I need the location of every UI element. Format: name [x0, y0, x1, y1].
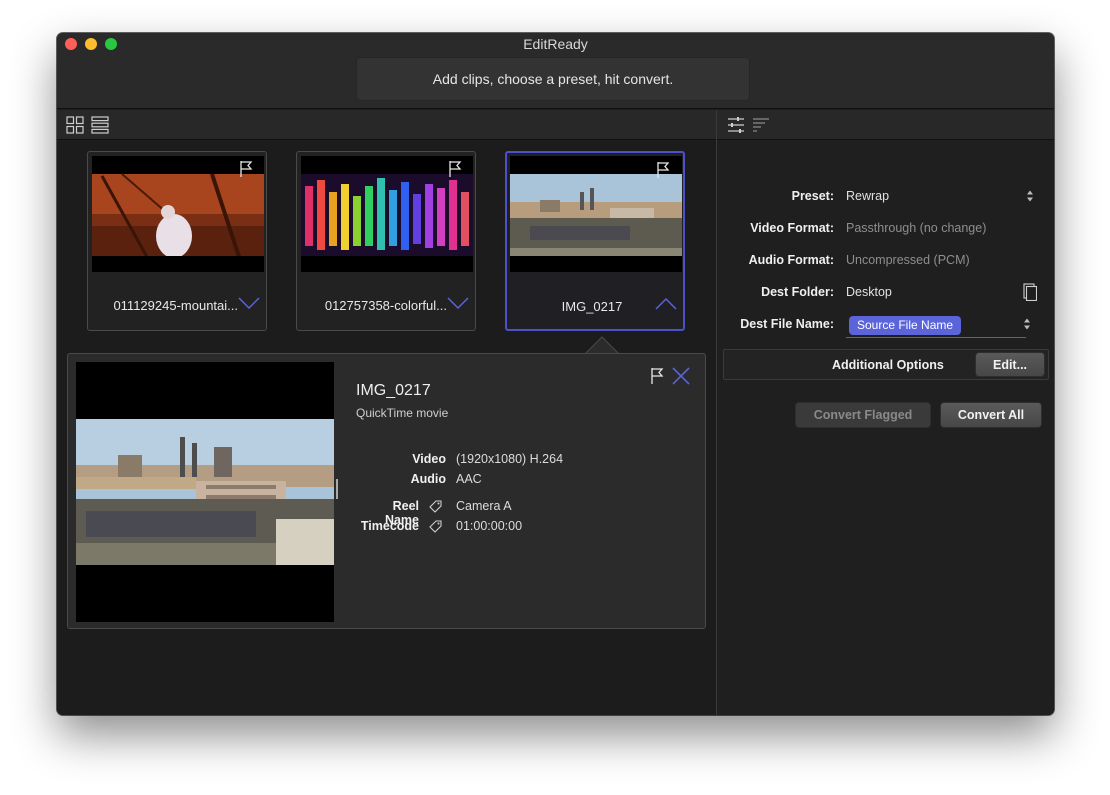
tag-icon[interactable]	[429, 499, 443, 513]
detail-row-reel-name: Reel Name Camera A	[356, 499, 676, 527]
clip-detail-panel: IMG_0217 QuickTime movie Video (1920x108…	[67, 353, 706, 629]
flag-icon[interactable]	[655, 161, 671, 179]
convert-all-button[interactable]: Convert All	[940, 402, 1042, 428]
close-icon[interactable]	[671, 366, 691, 386]
detail-pointer	[585, 336, 619, 355]
detail-row-video: Video (1920x1080) H.264	[356, 452, 676, 470]
audio-format-row: Audio Format: Uncompressed (PCM)	[717, 253, 1054, 273]
clips-browser: 011129245-mountai... 012757358-colorful.…	[57, 141, 716, 715]
sort-lines-icon[interactable]	[752, 116, 770, 134]
dest-file-name-label: Dest File Name:	[740, 317, 834, 331]
chevron-down-icon[interactable]	[447, 296, 469, 310]
additional-options-label: Additional Options	[832, 358, 944, 372]
additional-options-row: Additional Options Edit...	[723, 349, 1049, 380]
title-bar: EditReady Add clips, choose a preset, hi…	[57, 33, 1054, 109]
detail-subtitle: QuickTime movie	[356, 406, 449, 420]
flag-icon[interactable]	[447, 160, 463, 178]
audio-format-label: Audio Format:	[748, 253, 834, 267]
grid-view-icon[interactable]	[66, 116, 84, 134]
clip-name: 012757358-colorful...	[324, 298, 447, 313]
convert-flagged-button[interactable]: Convert Flagged	[795, 402, 931, 428]
video-format-value: Passthrough (no change)	[846, 221, 987, 235]
flag-icon[interactable]	[238, 160, 254, 178]
dest-folder-row: Dest Folder: Desktop	[717, 283, 1054, 305]
select-arrows-icon[interactable]	[1023, 317, 1031, 331]
audio-format-value: Uncompressed (PCM)	[846, 253, 970, 267]
clip-card[interactable]: 011129245-mountai...	[87, 151, 267, 331]
clips-toolbar	[57, 110, 716, 140]
select-arrows-icon[interactable]	[1026, 189, 1034, 203]
flag-icon[interactable]	[649, 367, 665, 385]
chevron-up-icon[interactable]	[655, 297, 677, 311]
clip-name: 011129245-mountai...	[113, 298, 238, 313]
clip-card[interactable]: 012757358-colorful...	[296, 151, 476, 331]
detail-title: IMG_0217	[356, 382, 431, 399]
detail-row-timecode: Timecode 01:00:00:00	[356, 519, 676, 537]
tag-icon[interactable]	[429, 519, 443, 533]
video-format-row: Video Format: Passthrough (no change)	[717, 221, 1054, 241]
source-file-name-token[interactable]: Source File Name	[849, 316, 962, 335]
dest-folder-label: Dest Folder:	[761, 285, 834, 299]
detail-row-audio: Audio AAC	[356, 472, 676, 490]
choose-folder-icon[interactable]	[1023, 283, 1037, 301]
detail-value: (1920x1080) H.264	[456, 452, 564, 466]
detail-value[interactable]: Camera A	[456, 499, 512, 513]
app-window: EditReady Add clips, choose a preset, hi…	[57, 33, 1054, 715]
preset-row: Preset: Rewrap	[717, 189, 1054, 209]
window-title: EditReady	[523, 36, 588, 52]
video-preview[interactable]	[76, 362, 334, 622]
dest-folder-value[interactable]: Desktop	[846, 285, 892, 299]
detail-value: AAC	[456, 472, 482, 486]
detail-key: Video	[412, 452, 446, 466]
list-view-icon[interactable]	[91, 116, 109, 134]
dest-file-name-field[interactable]: Source File Name	[846, 314, 1026, 338]
preset-select[interactable]: Rewrap	[846, 189, 889, 203]
clip-card-selected[interactable]: IMG_0217	[505, 151, 685, 331]
preset-label: Preset:	[791, 189, 834, 203]
settings-panel: Preset: Rewrap Video Format: Passthrough…	[717, 141, 1054, 715]
chevron-down-icon[interactable]	[238, 296, 260, 310]
preview-scrubber[interactable]	[336, 479, 338, 499]
settings-sliders-icon[interactable]	[727, 116, 745, 134]
hint-message: Add clips, choose a preset, hit convert.	[356, 57, 750, 101]
detail-value[interactable]: 01:00:00:00	[456, 519, 522, 533]
dest-file-name-row: Dest File Name: Source File Name	[717, 314, 1054, 338]
detail-key: Timecode	[360, 519, 419, 533]
settings-toolbar	[717, 110, 1054, 140]
clip-name: IMG_0217	[561, 299, 623, 314]
detail-key: Audio	[410, 472, 446, 486]
video-format-label: Video Format:	[750, 221, 834, 235]
edit-options-button[interactable]: Edit...	[975, 352, 1045, 377]
